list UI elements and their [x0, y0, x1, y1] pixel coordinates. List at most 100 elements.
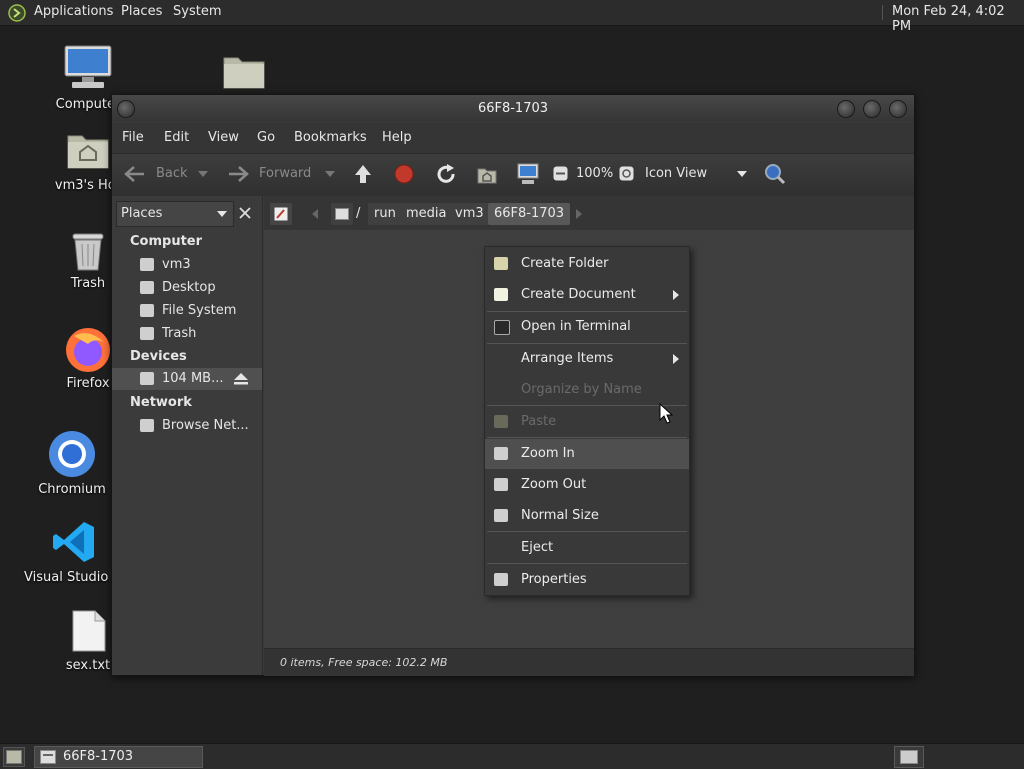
location-toggle-button[interactable] — [270, 203, 292, 225]
search-icon[interactable] — [764, 163, 786, 185]
chevron-down-icon[interactable] — [198, 171, 208, 177]
menu-help[interactable]: Help — [382, 130, 412, 145]
menu-file[interactable]: File — [122, 130, 144, 145]
top-panel: Applications Places System Mon Feb 24, 4… — [0, 0, 1024, 34]
sidebar-item-desktop[interactable]: Desktop — [112, 277, 262, 299]
breadcrumb-run[interactable]: run — [368, 203, 402, 225]
menu-bookmarks[interactable]: Bookmarks — [294, 130, 367, 145]
menu-separator — [487, 563, 687, 564]
chevron-down-icon[interactable] — [325, 171, 335, 177]
submenu-arrow-icon — [673, 290, 679, 300]
chevron-down-icon — [217, 211, 227, 217]
maximize-button[interactable] — [863, 100, 881, 118]
sidebar-item-filesystem[interactable]: File System — [112, 300, 262, 322]
submenu-arrow-icon — [673, 354, 679, 364]
breadcrumb-media[interactable]: media — [400, 203, 453, 225]
workspace-icon — [900, 750, 918, 764]
stop-icon[interactable] — [394, 164, 414, 184]
up-arrow-icon[interactable] — [353, 163, 373, 185]
close-button[interactable] — [889, 100, 907, 118]
computer-icon — [64, 45, 112, 88]
trash-icon — [140, 327, 154, 340]
desktop-icon-vscode[interactable]: Visual Studio Co — [24, 520, 130, 585]
view-mode-select[interactable]: Icon View — [638, 162, 753, 186]
sidebar-item-label: File System — [162, 303, 237, 318]
sidebar-item-label: 104 MB... — [162, 371, 224, 386]
menu-item-zoom-out[interactable]: Zoom Out — [485, 470, 689, 500]
breadcrumb-vm3[interactable]: vm3 — [449, 203, 490, 225]
menu-item-label: Properties — [521, 572, 587, 587]
menu-view[interactable]: View — [208, 130, 239, 145]
reload-icon[interactable] — [435, 163, 457, 185]
breadcrumb-current[interactable]: 66F8-1703 — [488, 203, 571, 225]
side-pane-selector[interactable]: Places — [116, 201, 234, 227]
computer-icon[interactable] — [517, 163, 539, 185]
workspace-switcher[interactable] — [894, 746, 924, 768]
desktop-icon-folder[interactable] — [218, 48, 318, 93]
menu-item-label: Zoom In — [521, 446, 575, 461]
text-file-icon — [72, 610, 106, 652]
menu-separator — [487, 437, 687, 438]
menu-item-organize-by-name[interactable]: Organize by Name — [485, 375, 689, 405]
taskbar-window-button[interactable]: 66F8-1703 — [34, 746, 203, 768]
menu-item-label: Arrange Items — [521, 351, 614, 366]
mouse-cursor-icon — [659, 403, 673, 424]
menu-item-eject[interactable]: Eject — [485, 533, 689, 563]
sidebar-item-device[interactable]: 104 MB... — [112, 368, 262, 390]
desktop-icon-chromium[interactable]: Chromium — [22, 430, 122, 500]
back-label: Back — [156, 166, 188, 181]
menu-item-label: Create Folder — [521, 256, 609, 271]
sidebar-item-vm3[interactable]: vm3 — [112, 254, 262, 276]
menu-item-normal-size[interactable]: Normal Size — [485, 501, 689, 531]
trash-icon — [72, 233, 104, 271]
menu-item-arrange-items[interactable]: Arrange Items — [485, 344, 689, 374]
breadcrumb-root[interactable] — [331, 203, 353, 225]
distro-logo-icon[interactable] — [8, 4, 26, 22]
close-icon[interactable] — [238, 206, 252, 220]
view-mode-value: Icon View — [645, 166, 708, 181]
forward-label: Forward — [259, 166, 312, 181]
menu-edit[interactable]: Edit — [164, 130, 189, 145]
chevron-left-icon[interactable] — [312, 209, 318, 219]
side-pane-selector-value: Places — [121, 206, 163, 221]
sidebar-item-trash[interactable]: Trash — [112, 323, 262, 345]
status-bar: 0 items, Free space: 102.2 MB — [264, 648, 914, 676]
chromium-icon — [49, 431, 95, 477]
desktop-icon — [140, 281, 154, 294]
menu-item-label: Normal Size — [521, 508, 599, 523]
menu-item-label: Organize by Name — [521, 382, 642, 397]
places-menu[interactable]: Places — [121, 4, 162, 19]
menu-item-create-document[interactable]: Create Document — [485, 280, 689, 310]
applications-menu[interactable]: Applications — [34, 4, 113, 19]
menu-item-open-terminal[interactable]: Open in Terminal — [485, 312, 689, 342]
bottom-panel: 66F8-1703 — [0, 743, 1024, 769]
minimize-button[interactable] — [837, 100, 855, 118]
usb-drive-icon — [140, 372, 154, 385]
sidebar-item-network[interactable]: Browse Net... — [112, 415, 262, 437]
forward-button[interactable]: Forward — [225, 162, 335, 186]
home-icon[interactable] — [476, 163, 498, 185]
title-bar[interactable]: 66F8-1703 — [112, 95, 914, 122]
system-menu[interactable]: System — [173, 4, 221, 19]
clock[interactable]: Mon Feb 24, 4:02 PM — [892, 4, 1024, 34]
properties-icon — [494, 573, 508, 586]
breadcrumb-separator: / — [356, 206, 361, 221]
sidebar-item-label: Browse Net... — [162, 418, 249, 433]
menu-item-properties[interactable]: Properties — [485, 565, 689, 595]
zoom-in-icon[interactable] — [619, 166, 634, 181]
window-title: 66F8-1703 — [477, 101, 549, 116]
back-button[interactable]: Back — [120, 162, 215, 186]
home-folder-icon — [67, 135, 109, 169]
menu-go[interactable]: Go — [257, 130, 275, 145]
paste-icon — [494, 415, 508, 428]
show-desktop-button[interactable] — [3, 747, 25, 767]
drive-icon — [40, 750, 56, 764]
chevron-right-icon[interactable] — [576, 209, 582, 219]
zoom-original-icon — [494, 509, 508, 522]
zoom-out-icon[interactable] — [553, 166, 568, 181]
eject-icon[interactable] — [234, 373, 248, 385]
menu-item-label: Open in Terminal — [521, 319, 631, 334]
menu-item-create-folder[interactable]: Create Folder — [485, 249, 689, 279]
menu-item-zoom-in[interactable]: Zoom In — [485, 439, 689, 469]
toolbar: Back Forward 100% Icon View — [112, 153, 914, 196]
